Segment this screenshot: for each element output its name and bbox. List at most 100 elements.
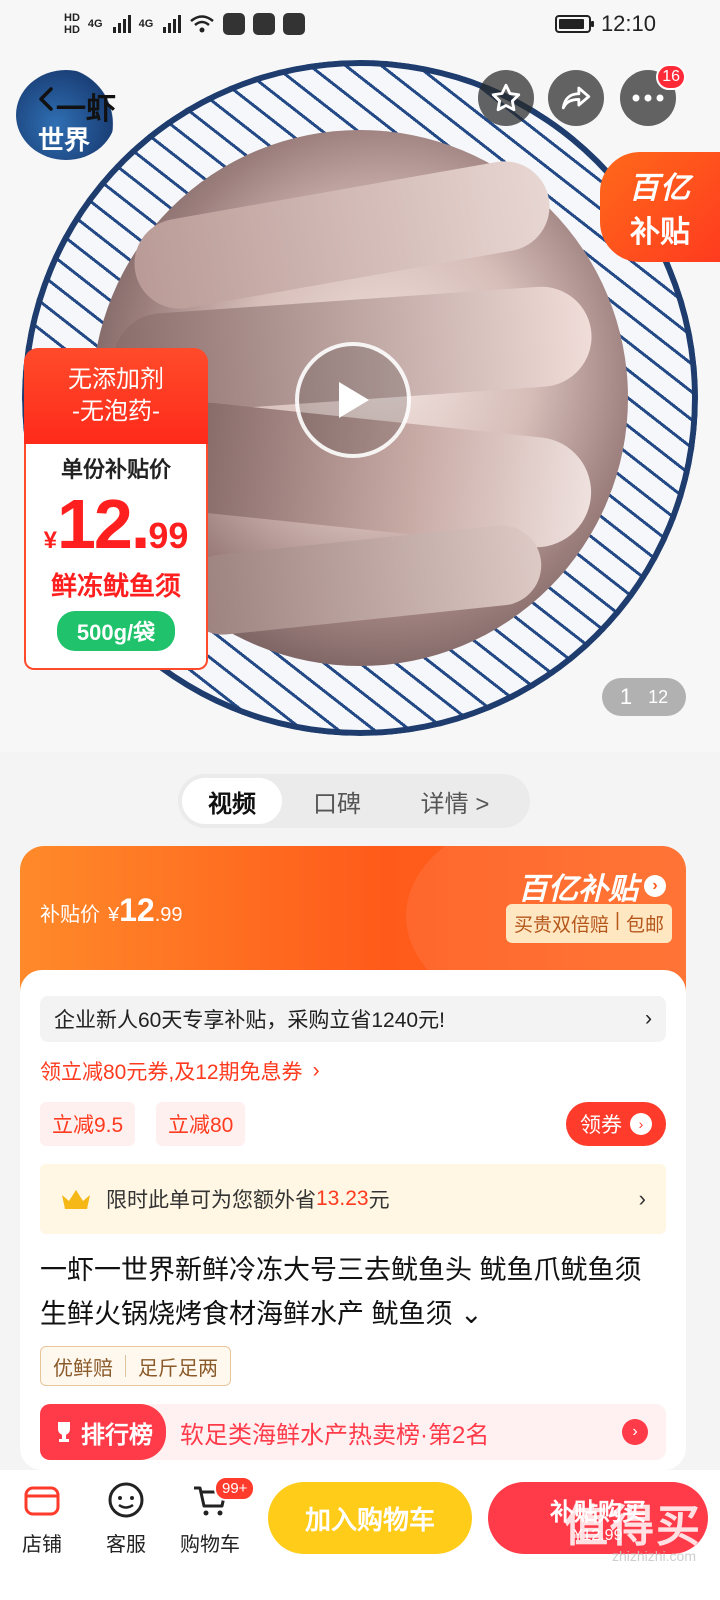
cart-button[interactable]: 99+ 购物车 [170, 1476, 256, 1557]
subsidy-currency: ¥ [108, 904, 120, 926]
coupon-text: 领立减80元券,及12期免息券 [40, 1061, 303, 1084]
saving-amount: 13.23 [316, 1187, 369, 1210]
product-hero-image[interactable]: 一虾 世界 16 百亿 补贴 无添加剂 -无泡药- 单份补贴价 ¥ 12. 99… [0, 0, 720, 752]
ranking-bar[interactable]: 排行榜 软足类海鲜水产热卖榜·第2名 › [40, 1404, 666, 1460]
assurance-2: 足斤足两 [138, 1357, 218, 1380]
subsidy-title-text: 百亿补贴 [518, 873, 638, 906]
promo-body: 单份补贴价 ¥ 12. 99 鲜冻鱿鱼须 500g/袋 [24, 444, 208, 670]
ranking-badge-label: 排行榜 [81, 1421, 153, 1449]
content-tabs: 视频 口碑 详情 > [178, 774, 530, 828]
app-notification-icon-2 [253, 13, 276, 35]
clock: 12:10 [600, 11, 656, 36]
product-title[interactable]: 一虾一世界新鲜冷冻大号三去鱿鱼头 鱿鱼爪鱿鱼须生鲜火锅烧烤食材海鲜水产 鱿鱼须 … [40, 1248, 666, 1336]
discount-chip-1: 立减9.5 [40, 1102, 136, 1146]
promo-top-line2: -无泡药- [72, 398, 160, 425]
enterprise-text: 企业新人60天专享补贴，采购立省1240元! [54, 1009, 445, 1032]
back-button[interactable] [22, 74, 72, 124]
ranking-text: 软足类海鲜水产热卖榜·第2名 [180, 1421, 490, 1449]
battery-fill [558, 19, 585, 29]
promo-price-dec: 99 [148, 515, 189, 556]
subsidy-tag-line2: 补贴 [630, 216, 690, 249]
guarantee-tag-2: 包邮 [625, 915, 664, 936]
page-current: 1 [619, 684, 633, 709]
saving-unit: 元 [368, 1189, 390, 1212]
bottom-action-bar: 店铺 客服 99+ 购物车 加入购物车 补贴购买 ¥12.99 值得买 zhiz… [0, 1470, 720, 1600]
more-button[interactable]: 16 [620, 64, 686, 126]
promo-label: 单份补贴价 [60, 457, 171, 482]
store-label: 店铺 [22, 1534, 62, 1556]
discount-chip-2: 立减80 [156, 1102, 246, 1146]
enterprise-subsidy-bar[interactable]: 企业新人60天专享补贴，采购立省1240元! › [40, 996, 666, 1042]
subsidy-price: 补贴价 ¥ 12 .99 [40, 892, 183, 929]
tab-details[interactable]: 详情 > [392, 778, 518, 824]
subsidy-tag: 百亿 补贴 [600, 152, 720, 262]
star-icon [491, 83, 521, 112]
chevron-right-icon: › [638, 1186, 646, 1211]
chevron-right-icon: › [645, 1007, 652, 1030]
signal-icon-2 [163, 15, 182, 33]
hd1: HD [64, 12, 80, 24]
more-badge: 16 [656, 64, 686, 90]
app-notification-icon-3 [283, 13, 306, 35]
share-icon [561, 86, 591, 110]
play-icon [339, 382, 369, 418]
chat-face-icon [108, 1482, 144, 1518]
trophy-icon [58, 1422, 70, 1442]
tab-reviews[interactable]: 口碑 [282, 778, 392, 824]
subsidy-title[interactable]: 百亿补贴 › [518, 864, 666, 908]
add-to-cart-button[interactable]: 加入购物车 [268, 1482, 472, 1554]
network-type-2: 4G [138, 18, 154, 30]
back-arrow-icon [39, 87, 53, 111]
subsidy-price-int: 12 [119, 892, 155, 928]
page-indicator: 1 12 [602, 678, 686, 716]
watermark-url: zhizhizhi.com [611, 1548, 696, 1564]
saving-text: 限时此单可为您额外省 [106, 1189, 316, 1212]
promo-top: 无添加剂 -无泡药- [24, 348, 208, 444]
subsidy-price-dec: .99 [154, 904, 183, 926]
guarantee-separator: | [615, 910, 620, 931]
subsidy-tag-line1: 百亿 [629, 172, 691, 205]
logo-text-2: 世界 [38, 126, 91, 156]
watermark: 值得买 [564, 1502, 702, 1551]
coupon-link[interactable]: 领立减80元券,及12期免息券 › [40, 1056, 320, 1086]
customer-service-button[interactable]: 客服 [86, 1480, 166, 1557]
page-total: 12 [648, 686, 669, 707]
cart-badge: 99+ [214, 1476, 256, 1501]
claim-coupon-button[interactable]: 领券 › [566, 1102, 666, 1146]
promo-top-line1: 无添加剂 [68, 366, 164, 393]
tab-video[interactable]: 视频 [182, 778, 282, 824]
chevron-right-icon: › [622, 1419, 648, 1445]
service-assurance[interactable]: 优鲜赔 足斤足两 [40, 1346, 231, 1386]
play-video-button[interactable] [295, 342, 411, 458]
offer-card: 企业新人60天专享补贴，采购立省1240元! › 领立减80元券,及12期免息券… [20, 970, 686, 1470]
claim-coupon-label: 领券 [580, 1114, 622, 1137]
network-type-1: 4G [87, 18, 103, 30]
hd2: HD [64, 24, 80, 36]
favorite-button[interactable] [478, 70, 534, 126]
store-button[interactable]: 店铺 [2, 1480, 82, 1557]
promo-price-int: 12. [57, 485, 150, 563]
assurance-1: 优鲜赔 [53, 1357, 113, 1380]
share-button[interactable] [548, 70, 604, 126]
battery-icon [554, 15, 594, 33]
promo-currency: ¥ [43, 527, 57, 554]
coupon-arrow-icon: › [312, 1059, 320, 1082]
wifi-icon [190, 15, 215, 33]
extra-saving-bar[interactable]: 限时此单可为您额外省 13.23 元 › [40, 1164, 666, 1234]
store-icon [24, 1486, 60, 1516]
ranking-badge: 排行榜 [40, 1404, 166, 1460]
chevron-right-icon: › [644, 875, 666, 897]
guarantee-tags: 买贵双倍赔 | 包邮 [506, 904, 672, 943]
chevron-right-icon: › [630, 1113, 652, 1135]
app-notification-icon [223, 13, 246, 35]
promo-name: 鲜冻鱿鱼须 [50, 571, 181, 601]
signal-icon [112, 15, 131, 33]
hd-indicator: HD HD [64, 12, 80, 36]
promo-card: 无添加剂 -无泡药- 单份补贴价 ¥ 12. 99 鲜冻鱿鱼须 500g/袋 [24, 348, 208, 670]
promo-spec: 500g/袋 [56, 611, 176, 651]
service-label: 客服 [106, 1534, 146, 1556]
more-dots-icon [632, 94, 664, 102]
guarantee-tag-1: 买贵双倍赔 [514, 915, 610, 936]
promo-price: ¥ 12. 99 [44, 488, 189, 560]
status-bar: HD HD 4G 4G 12:10 [0, 0, 720, 48]
